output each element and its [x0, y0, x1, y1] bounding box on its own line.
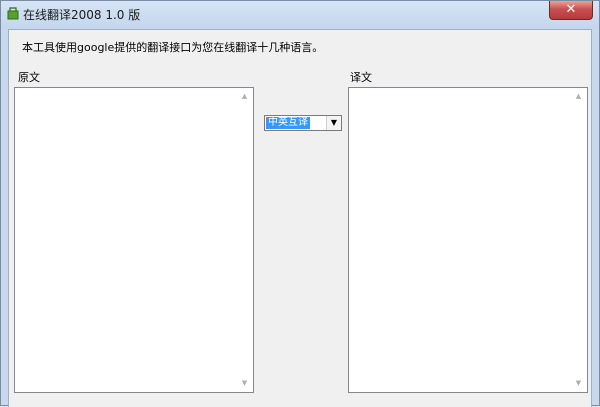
app-icon [7, 7, 19, 20]
description-text: 本工具使用google提供的翻译接口为您在线翻译十几种语言。 [22, 41, 324, 54]
window-title: 在线翻译2008 1.0 版 [23, 8, 141, 22]
language-pair-select[interactable]: 中英互译 ▼ [264, 115, 342, 131]
target-label: 译文 [350, 71, 372, 84]
language-pair-value: 中英互译 [266, 117, 310, 129]
scroll-up-icon[interactable]: ▲ [236, 88, 253, 105]
target-textarea[interactable]: ▲ ▼ [348, 87, 588, 393]
scroll-down-icon[interactable]: ▼ [570, 375, 587, 392]
scroll-up-icon[interactable]: ▲ [570, 88, 587, 105]
scroll-down-icon[interactable]: ▼ [236, 375, 253, 392]
app-window: 在线翻译2008 1.0 版 ✕ 本工具使用google提供的翻译接口为您在线翻… [0, 0, 600, 407]
source-textarea[interactable]: ▲ ▼ [14, 87, 254, 393]
close-icon: ✕ [565, 2, 577, 17]
main-panel: 本工具使用google提供的翻译接口为您在线翻译十几种语言。 原文 译文 ▲ ▼… [8, 29, 592, 407]
close-button[interactable]: ✕ [549, 1, 593, 20]
source-scrollbar[interactable]: ▲ ▼ [236, 88, 253, 392]
target-scrollbar[interactable]: ▲ ▼ [570, 88, 587, 392]
source-label: 原文 [18, 71, 40, 84]
title-bar[interactable]: 在线翻译2008 1.0 版 ✕ [1, 1, 599, 29]
chevron-down-icon[interactable]: ▼ [326, 116, 341, 130]
